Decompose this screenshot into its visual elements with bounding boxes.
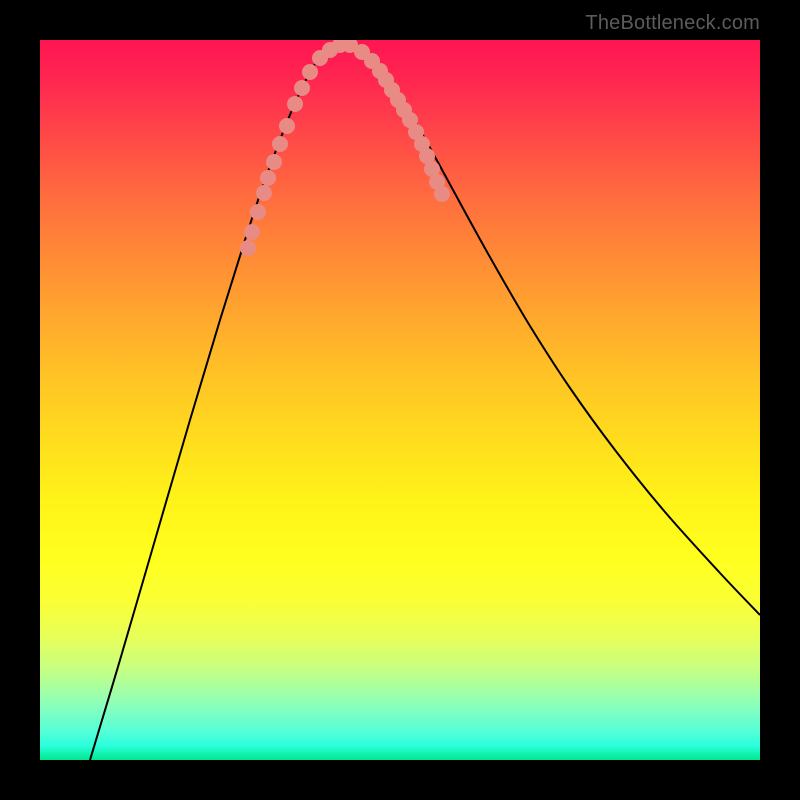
- marker-point: [250, 204, 266, 220]
- marker-point: [287, 96, 303, 112]
- marker-point: [332, 40, 348, 53]
- marker-point: [408, 124, 424, 140]
- bottleneck-curve: [90, 44, 760, 760]
- marker-point: [378, 72, 394, 88]
- highlight-markers: [240, 40, 450, 256]
- marker-point: [390, 92, 406, 108]
- marker-point: [434, 186, 450, 202]
- chart-svg: [40, 40, 760, 760]
- marker-point: [266, 154, 282, 170]
- marker-point: [419, 148, 435, 164]
- marker-point: [354, 44, 370, 60]
- marker-point: [402, 112, 418, 128]
- marker-point: [372, 63, 388, 79]
- marker-point: [322, 42, 338, 58]
- marker-point: [240, 240, 256, 256]
- marker-point: [429, 174, 445, 190]
- marker-point: [272, 136, 288, 152]
- marker-point: [312, 50, 328, 66]
- marker-point: [302, 64, 318, 80]
- marker-point: [364, 53, 380, 69]
- marker-point: [244, 224, 260, 240]
- marker-point: [342, 40, 358, 53]
- marker-point: [260, 170, 276, 186]
- marker-point: [384, 82, 400, 98]
- marker-point: [396, 102, 412, 118]
- watermark-text: TheBottleneck.com: [585, 12, 760, 35]
- chart-plot-area: [40, 40, 760, 760]
- marker-point: [294, 80, 310, 96]
- marker-point: [424, 161, 440, 177]
- marker-point: [279, 118, 295, 134]
- marker-point: [414, 136, 430, 152]
- marker-point: [256, 185, 272, 201]
